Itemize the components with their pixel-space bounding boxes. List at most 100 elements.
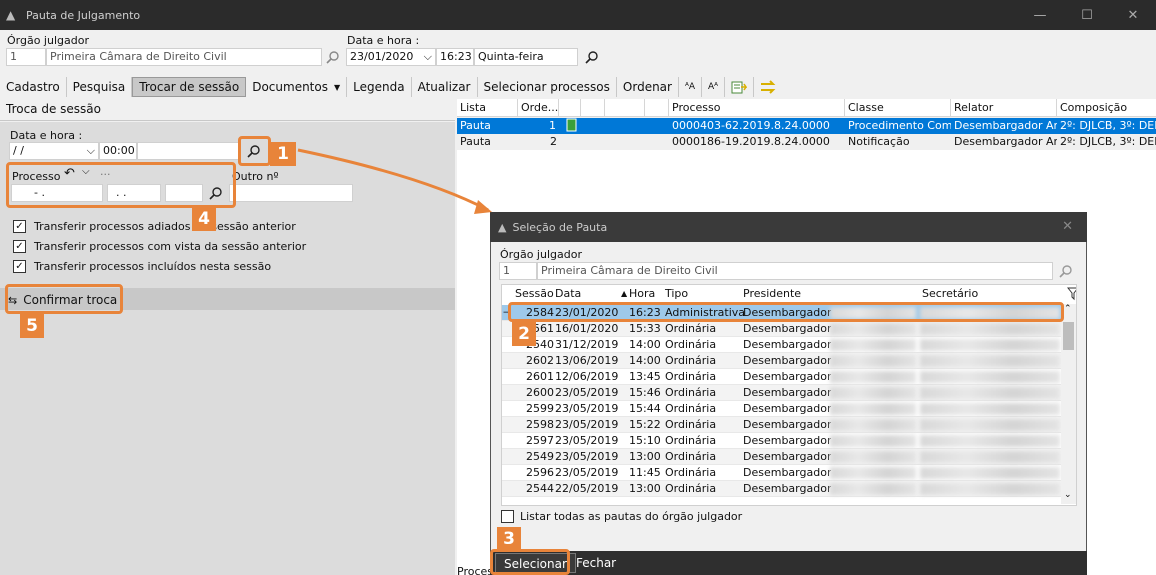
cell-tipo: Ordinária (665, 370, 717, 383)
dialog-orgao-code[interactable]: 1 (499, 262, 537, 280)
list-item[interactable]: 2561 16/01/2020 15:33 Ordinária Desembar… (502, 321, 1062, 337)
window-title: Pauta de Julgamento (26, 8, 141, 22)
list-item[interactable]: 2597 23/05/2019 15:10 Ordinária Desembar… (502, 433, 1062, 449)
cell-composicao: 2º: DJLCB, 3º: DEM (1060, 135, 1156, 148)
dcol-sessao[interactable]: Sessão (512, 285, 554, 303)
dcol-data[interactable]: Data (552, 285, 581, 303)
cell-data: 16/01/2020 (555, 322, 619, 335)
font-decrease-icon[interactable]: Aᴬ (702, 77, 726, 97)
cell-tipo: Ordinária (665, 466, 717, 479)
cell-tipo: Ordinária (665, 482, 717, 495)
orgao-search-icon[interactable] (324, 48, 342, 66)
cell-data: 23/05/2019 (555, 434, 619, 447)
list-item[interactable]: 2601 12/06/2019 13:45 Ordinária Desembar… (502, 369, 1062, 385)
cell-presidente: Desembargador (743, 354, 832, 367)
annotation-badge-5: 5 (20, 314, 44, 338)
weekday-field: Quinta-feira (474, 48, 578, 66)
col-icon-3[interactable] (605, 99, 645, 117)
list-item[interactable]: 2602 13/06/2019 14:00 Ordinária Desembar… (502, 353, 1062, 369)
cell-presidente: Desembargador (743, 450, 832, 463)
cell-presidente: Desembargador (743, 418, 832, 431)
date-dropdown-chevron-icon[interactable]: ⌵ (424, 49, 432, 65)
list-item[interactable]: 2549 23/05/2019 13:00 Ordinária Desembar… (502, 449, 1062, 465)
toolbar-atualizar[interactable]: Atualizar (412, 77, 478, 97)
dialog-orgao-search-icon[interactable] (1057, 262, 1075, 280)
filter-icon[interactable] (1064, 285, 1076, 303)
dcol-secretario[interactable]: Secretário (919, 285, 978, 303)
list-item[interactable]: 2599 23/05/2019 15:44 Ordinária Desembar… (502, 401, 1062, 417)
col-processo[interactable]: Processo (669, 99, 845, 117)
toolbar-trocar-sessao[interactable]: Trocar de sessão (132, 77, 247, 97)
orgao-label: Órgão julgador (7, 34, 89, 47)
lp-weekday-field (137, 142, 239, 160)
col-icon-2[interactable] (581, 99, 605, 117)
col-icon-4[interactable] (645, 99, 669, 117)
transfer-icon[interactable] (754, 77, 782, 97)
lp-time-field[interactable]: 00:00 (99, 142, 137, 160)
cell-sessao: 2599 (526, 402, 554, 415)
toolbar-cadastro[interactable]: Cadastro (0, 77, 67, 97)
dialog-orgao-name[interactable]: Primeira Câmara de Direito Civil (537, 262, 1053, 280)
minimize-button[interactable]: — (1017, 0, 1063, 30)
annotation-badge-1: 1 (270, 142, 296, 166)
toolbar-pesquisa[interactable]: Pesquisa (67, 77, 133, 97)
export-excel-icon[interactable] (725, 77, 755, 97)
font-increase-icon[interactable]: ᴬA (679, 77, 703, 97)
col-classe[interactable]: Classe (845, 99, 951, 117)
lp-date-chevron-icon[interactable]: ⌵ (87, 143, 95, 159)
fechar-button[interactable]: Fechar (568, 553, 624, 573)
scroll-down-icon[interactable]: ⌄ (1064, 490, 1072, 500)
col-relator[interactable]: Relator (951, 99, 1057, 117)
cell-sessao: 2598 (526, 418, 554, 431)
col-ordem[interactable]: Orde... (518, 99, 559, 117)
cell-tipo: Ordinária (665, 434, 717, 447)
col-lista[interactable]: Lista (457, 99, 518, 117)
cell-tipo: Ordinária (665, 450, 717, 463)
scroll-up-icon[interactable]: ⌃ (1064, 304, 1072, 314)
date-search-icon[interactable] (583, 48, 601, 66)
toolbar-legenda[interactable]: Legenda (347, 77, 412, 97)
checkbox-adiados[interactable]: ✓ (13, 220, 26, 233)
pauta-scrollbar[interactable]: ⌃ ⌄ (1061, 304, 1076, 504)
list-item[interactable]: 2596 23/05/2019 11:45 Ordinária Desembar… (502, 465, 1062, 481)
orgao-name-field[interactable]: Primeira Câmara de Direito Civil (46, 48, 322, 66)
cell-relator: Desembargador André (954, 135, 1057, 148)
checkbox-vista[interactable]: ✓ (13, 240, 26, 253)
dialog-close-icon[interactable]: ✕ (1062, 219, 1073, 234)
checkbox-incluidos[interactable]: ✓ (13, 260, 26, 273)
dcol-presidente[interactable]: Presidente (740, 285, 801, 303)
redacted-secretario (920, 467, 1060, 479)
listar-todas-checkbox[interactable] (501, 510, 514, 523)
annotation-badge-3: 3 (497, 527, 521, 551)
table-row[interactable]: Pauta 2 0000186-19.2019.8.24.0000 Notifi… (457, 134, 1156, 150)
toolbar-ordenar[interactable]: Ordenar (617, 77, 679, 97)
dcol-tipo[interactable]: Tipo (662, 285, 688, 303)
orgao-code-field[interactable]: 1 (6, 48, 46, 66)
table-row[interactable]: Pauta 1 0000403-62.2019.8.24.0000 Proced… (457, 118, 1156, 134)
time-field[interactable]: 16:23 (436, 48, 474, 66)
dcol-hora[interactable]: Hora (626, 285, 655, 303)
list-item[interactable]: 2598 23/05/2019 15:22 Ordinária Desembar… (502, 417, 1062, 433)
cell-hora: 13:00 (629, 482, 661, 495)
redacted-secretario (920, 451, 1060, 463)
scroll-thumb[interactable] (1063, 322, 1074, 350)
date-field[interactable]: 23/01/2020 ⌵ (346, 48, 436, 66)
dialog-title: Seleção de Pauta (512, 220, 608, 234)
list-item[interactable]: 2540 31/12/2019 14:00 Ordinária Desembar… (502, 337, 1062, 353)
close-button[interactable]: ✕ (1110, 0, 1156, 30)
outro-label: Outro nº (232, 170, 279, 183)
col-icon-1[interactable] (559, 99, 581, 117)
list-item[interactable]: 2600 23/05/2019 15:46 Ordinária Desembar… (502, 385, 1062, 401)
documentos-dropdown-icon: ▼ (333, 82, 341, 92)
toolbar-selecionar-processos[interactable]: Selecionar processos (478, 77, 617, 97)
redacted-name (830, 339, 916, 351)
list-item[interactable]: 2544 22/05/2019 13:00 Ordinária Desembar… (502, 481, 1062, 497)
cell-hora: 13:00 (629, 450, 661, 463)
toolbar-documentos[interactable]: Documentos ▼ (246, 77, 348, 97)
col-composicao[interactable]: Composição (1057, 99, 1156, 117)
lp-date-field[interactable]: / / ⌵ (9, 142, 99, 160)
maximize-button[interactable]: ☐ (1064, 0, 1110, 30)
checkbox-adiados-label: Transferir processos adiados da sessão a… (34, 220, 296, 233)
outro-numero-field[interactable] (229, 184, 353, 202)
annotation-badge-2: 2 (512, 322, 536, 346)
